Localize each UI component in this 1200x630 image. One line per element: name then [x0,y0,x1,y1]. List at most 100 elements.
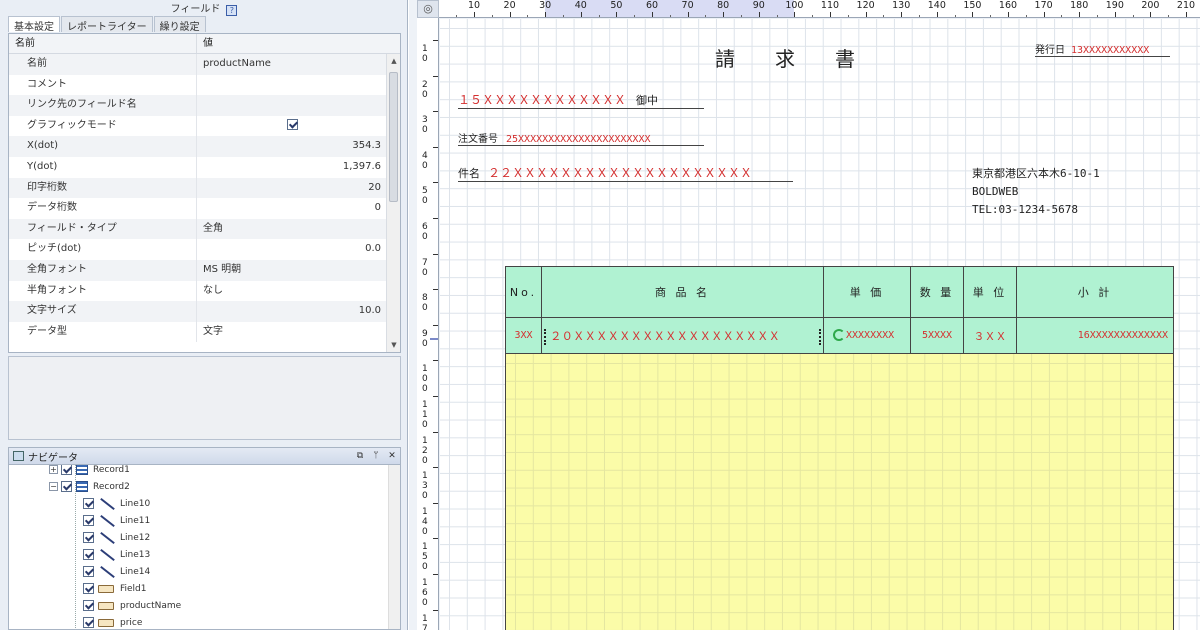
scroll-down-icon[interactable]: ▼ [387,338,400,352]
help-icon[interactable]: ? [226,5,238,16]
tree-item-line10[interactable]: Line10 [83,495,150,512]
header-subtotal[interactable]: 小 計 [1016,266,1174,318]
tree-checkbox[interactable] [83,532,94,543]
cell-product-name[interactable]: ２０ＸＸＸＸＸＸＸＸＸＸＸＸＸＸＸＸＸＸ [541,318,823,354]
ruler-tick [433,146,438,148]
property-value-halfwidth-font[interactable]: なし [197,281,387,302]
property-row-name[interactable]: 名前 productName [9,54,400,75]
selection-handle[interactable] [544,329,547,345]
ruler-tick [830,12,831,17]
property-value-pitch[interactable]: 0.0 [197,239,387,260]
header-no[interactable]: No. [505,266,541,318]
customer-name[interactable]: １５ＸＸＸＸＸＸＸＸＸＸＸＸ 御中 [458,91,704,109]
tree-checkbox[interactable] [83,600,94,611]
issue-date[interactable]: 発行日 13XXXXXXXXXXX [1035,41,1170,57]
close-icon[interactable]: ✕ [384,451,400,461]
scrollbar-thumb[interactable] [389,72,398,202]
property-row-print-digits[interactable]: 印字桁数 20 [9,177,400,199]
cell-unit[interactable]: ３ＸＸ [963,318,1016,354]
tree-checkbox[interactable] [83,498,94,509]
float-window-icon[interactable]: ⧉ [352,451,368,461]
property-grid-scrollbar[interactable]: ▲ ▼ [386,54,400,352]
property-row-link-field[interactable]: リンク先のフィールド名 [9,95,400,116]
property-value-x[interactable]: 354.3 [197,136,387,157]
property-row-graphic-mode[interactable]: グラフィックモード [9,115,400,137]
header-unit[interactable]: 単 位 [963,266,1016,318]
order-number[interactable]: 注文番号 25XXXXXXXXXXXXXXXXXXXXXX [458,130,704,146]
tree-item-record1[interactable]: + Record1 [49,465,130,478]
ruler-corner-icon[interactable]: ◎ [417,0,439,18]
property-value-y[interactable]: 1,397.6 [197,157,387,178]
column-header-value[interactable]: 値 [197,34,387,53]
property-row-halfwidth-font[interactable]: 半角フォント なし [9,280,400,302]
pin-icon[interactable]: ᛘ [368,451,384,461]
subject-field[interactable]: ２２ＸＸＸＸＸＸＸＸＸＸＸＸＸＸＸＸＸＸＸＸ [488,166,752,180]
property-row-font-size[interactable]: 文字サイズ 10.0 [9,301,400,322]
tab-repeat-settings[interactable]: 繰り設定 [153,16,206,33]
tree-checkbox[interactable] [83,583,94,594]
report-page[interactable]: 請 求 書 発行日 13XXXXXXXXXXX １５ＸＸＸＸＸＸＸＸＸＸＸＸ 御中 … [440,19,1200,630]
selection-handle[interactable] [819,329,822,345]
property-value-comment[interactable] [197,75,387,96]
tree-item-record2[interactable]: − Record2 [49,478,130,495]
tree-item-price[interactable]: price [83,614,142,629]
ruler-label: 130 [422,471,428,502]
property-grid-header: 名前 値 [9,34,400,54]
formula-icon[interactable] [833,329,845,341]
property-row-fullwidth-font[interactable]: 全角フォント MS 明朝 [9,259,400,281]
property-row-x[interactable]: X(dot) 354.3 [9,136,400,157]
tree-checkbox[interactable] [61,481,72,492]
property-row-data-digits[interactable]: データ桁数 0 [9,198,400,219]
tree-item-productname[interactable]: productName [83,597,181,614]
property-value-print-digits[interactable]: 20 [197,178,387,199]
customer-name-field[interactable]: １５ＸＸＸＸＸＸＸＸＸＸＸＸ [458,93,626,107]
ruler-tick [919,15,920,17]
tree-checkbox[interactable] [83,515,94,526]
company-address[interactable]: 東京都港区六本木6-10-1 BOLDWEB TEL:03-1234-5678 [972,165,1100,219]
cell-subtotal[interactable]: 16XXXXXXXXXXXXX [1016,318,1174,354]
tree-checkbox[interactable] [83,549,94,560]
line-icon [98,514,114,527]
tree-item-line12[interactable]: Line12 [83,529,150,546]
property-value-field-type[interactable]: 全角 [197,219,387,240]
tree-item-line11[interactable]: Line11 [83,512,150,529]
detail-area[interactable] [505,354,1174,630]
ruler-tick [433,40,438,41]
header-unit-price[interactable]: 単 価 [823,266,910,318]
header-quantity[interactable]: 数 量 [910,266,963,318]
property-value-data-type[interactable]: 文字 [197,322,387,343]
tab-basic-settings[interactable]: 基本設定 [8,16,60,33]
property-row-y[interactable]: Y(dot) 1,397.6 [9,156,400,178]
property-row-pitch[interactable]: ピッチ(dot) 0.0 [9,239,400,260]
scroll-up-icon[interactable]: ▲ [387,54,400,68]
property-value-fullwidth-font[interactable]: MS 明朝 [197,260,387,281]
property-value-font-size[interactable]: 10.0 [197,301,387,322]
tree-checkbox[interactable] [83,566,94,577]
issue-date-field[interactable]: 13XXXXXXXXXXX [1071,45,1149,56]
cell-quantity[interactable]: 5XXXX [910,318,963,354]
property-row-comment[interactable]: コメント [9,74,400,96]
property-panel-title: フィールド? [0,0,408,16]
header-product-name[interactable]: 商 品 名 [541,266,823,318]
order-number-field[interactable]: 25XXXXXXXXXXXXXXXXXXXXXX [506,134,651,145]
document-title[interactable]: 請 求 書 [715,43,855,72]
property-value-name[interactable]: productName [197,54,387,75]
tree-item-line13[interactable]: Line13 [83,546,150,563]
property-value-data-digits[interactable]: 0 [197,198,387,219]
navigator-scrollbar[interactable] [388,465,400,629]
cell-no[interactable]: 3XX [505,318,541,354]
collapse-icon[interactable]: − [49,482,58,491]
tree-item-line14[interactable]: Line14 [83,563,150,580]
tab-report-writer[interactable]: レポートライター [61,16,153,33]
subject[interactable]: 件名 ２２ＸＸＸＸＸＸＸＸＸＸＸＸＸＸＸＸＸＸＸＸ [458,164,793,182]
tree-checkbox[interactable] [83,617,94,628]
tree-item-field1[interactable]: Field1 [83,580,147,597]
expand-icon[interactable]: + [49,465,58,474]
property-value-link-field[interactable] [197,95,387,116]
navigator-header: ナビゲータ ⧉ ᛘ ✕ [8,447,401,465]
tree-checkbox[interactable] [61,465,72,475]
property-row-field-type[interactable]: フィールド・タイプ 全角 [9,218,400,240]
graphic-mode-checkbox[interactable] [286,118,298,130]
column-header-name[interactable]: 名前 [9,34,197,53]
property-row-data-type[interactable]: データ型 文字 [9,321,400,343]
